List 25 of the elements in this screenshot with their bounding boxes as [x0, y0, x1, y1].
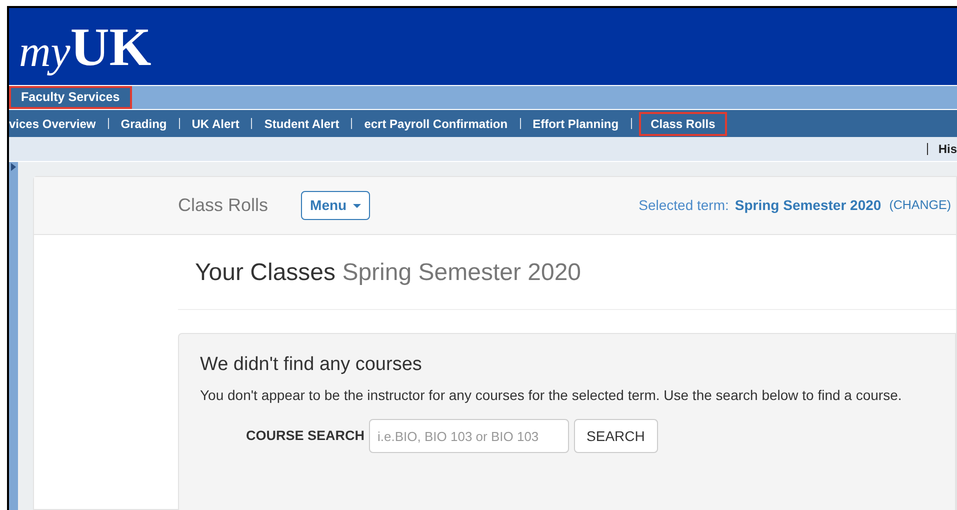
term-link[interactable]: Spring Semester 2020 [734, 195, 882, 216]
change-link[interactable]: (CHANGE) [889, 196, 951, 215]
term-subheading: Spring Semester 2020 [342, 259, 582, 286]
page-heading: Your Classes [195, 259, 336, 286]
nav-link[interactable]: Class Rolls [638, 112, 728, 136]
site-logo[interactable]: myUK [19, 20, 152, 74]
nav-link[interactable]: Grading [120, 112, 167, 136]
sidebar-toggle[interactable] [9, 162, 18, 510]
menu-button[interactable]: Menu [301, 191, 370, 220]
notice-title: We didn't find any courses [200, 353, 423, 377]
nav-link[interactable]: vices Overview [9, 112, 96, 136]
nav-link[interactable]: ecrt Payroll Confirmation [364, 112, 508, 136]
nav-link[interactable]: Student Alert [264, 112, 340, 136]
nav-link[interactable]: Effort Planning [532, 112, 619, 136]
triangle-right-icon [11, 163, 16, 171]
course-search-field[interactable]: i.e.BIO, BIO 103 or BIO 103 [368, 419, 569, 453]
section-tab[interactable]: Faculty Services [9, 86, 132, 109]
page-title: Class Rolls [178, 194, 268, 217]
utility-link[interactable]: His [938, 140, 957, 158]
term-label: Selected term: [638, 196, 729, 215]
course-search-label: COURSE SEARCH [246, 426, 365, 445]
caret-icon [352, 204, 361, 208]
search-button[interactable]: SEARCH [574, 419, 658, 453]
nav-link[interactable]: UK Alert [192, 112, 240, 136]
notice-message: You don't appear to be the instructor for any courses for the selected term. Use the search below to find a course. [200, 386, 903, 405]
